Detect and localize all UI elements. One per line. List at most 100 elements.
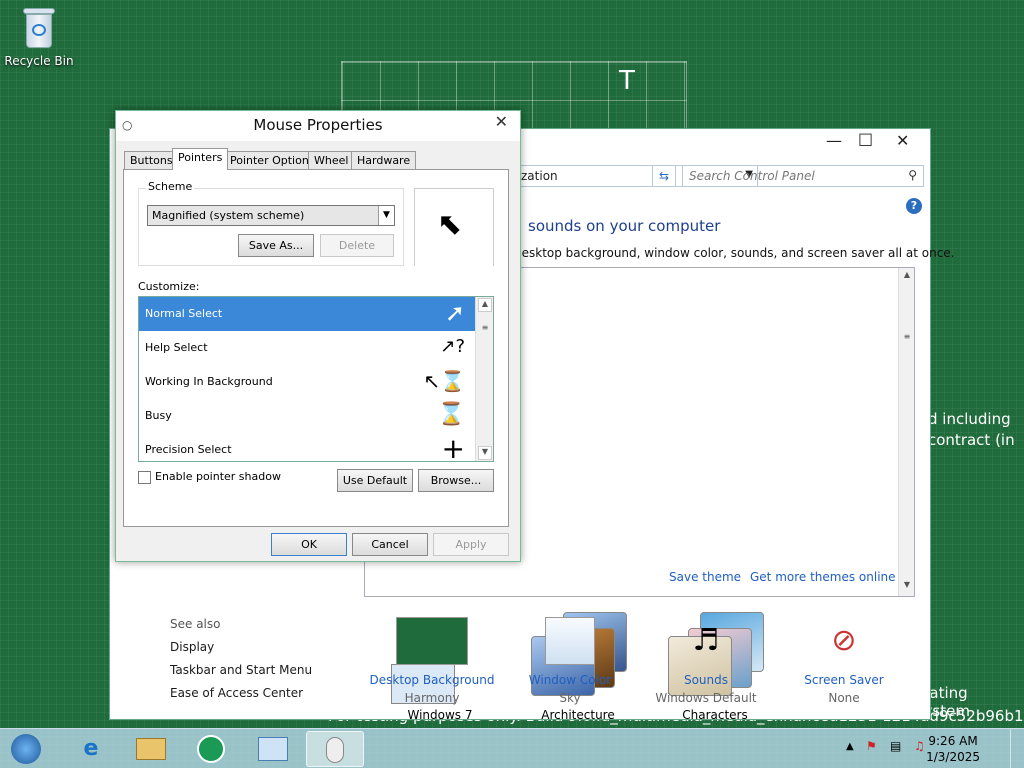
screen-saver-value: None <box>828 691 860 705</box>
screen-saver-icon: ⊘ <box>831 623 857 658</box>
scroll-up-icon[interactable]: ▲ <box>478 298 492 312</box>
theme-name: Architecture <box>541 708 615 722</box>
mouse-icon: ○ <box>122 118 133 132</box>
scroll-down-icon[interactable]: ▼ <box>901 580 913 594</box>
pointer-row-working-in-background[interactable]: Working In Background ↖⌛ <box>139 365 477 399</box>
windows-logo-icon <box>11 734 41 764</box>
enable-pointer-shadow-label: Enable pointer shadow <box>155 470 281 483</box>
pointer-row-normal-select[interactable]: Normal Select ➚ <box>139 297 477 331</box>
desktop-background-label: Desktop Background <box>369 673 495 687</box>
show-hidden-icons-icon[interactable]: ▲ <box>846 741 854 752</box>
search-placeholder: Search Control Panel <box>689 169 815 183</box>
recycle-bin-icon <box>22 6 56 50</box>
pointer-row-busy[interactable]: Busy ⌛ <box>139 399 477 433</box>
file-explorer-icon[interactable] <box>122 731 180 767</box>
pointer-list[interactable]: Normal Select ➚ Help Select ↗? Working I… <box>138 296 494 463</box>
browse-button[interactable]: Browse... <box>418 469 494 492</box>
sounds-value: Windows Default <box>655 691 757 705</box>
scroll-down-icon[interactable]: ▼ <box>478 446 492 460</box>
scroll-thumb-icon[interactable]: ≡ <box>901 332 913 346</box>
themes-scrollbar[interactable]: ▲ ≡ ▼ <box>898 268 914 596</box>
get-more-themes-link[interactable]: Get more themes online <box>750 570 896 584</box>
tab-wheel[interactable]: Wheel <box>308 151 355 169</box>
arrow-cursor-icon: ⬉ <box>437 207 463 242</box>
save-as-button[interactable]: Save As... <box>238 234 314 257</box>
normal-select-cursor-icon: ➚ <box>444 299 465 327</box>
see-also-ease-of-access[interactable]: Ease of Access Center <box>170 686 303 700</box>
minimize-icon[interactable]: — <box>826 131 842 150</box>
tab-buttons[interactable]: Buttons <box>124 151 179 169</box>
tab-pointer-options[interactable]: Pointer Options <box>224 151 321 169</box>
scroll-up-icon[interactable]: ▲ <box>901 270 913 284</box>
see-also-taskbar[interactable]: Taskbar and Start Menu <box>170 663 312 677</box>
screen-saver-item[interactable]: ⊘ Screen Saver None <box>774 617 914 705</box>
grid-letter: T <box>619 66 635 96</box>
theme-name: Windows 7 <box>407 708 473 722</box>
hourglass-icon: ⌛ <box>437 402 465 427</box>
desktop-background-item[interactable]: Desktop Background Harmony <box>362 617 502 705</box>
volume-icon[interactable]: ♫ <box>914 739 925 753</box>
ok-button[interactable]: OK <box>271 533 347 556</box>
sounds-label: Sounds <box>683 673 729 687</box>
pointer-list-scrollbar[interactable]: ▲ ≡ ▼ <box>475 297 493 461</box>
tab-pointers[interactable]: Pointers <box>172 148 229 170</box>
see-also-display[interactable]: Display <box>170 640 214 654</box>
search-icon[interactable]: ⚲ <box>908 168 917 182</box>
media-app-icon[interactable] <box>182 731 240 767</box>
screen-saver-label: Screen Saver <box>804 673 884 687</box>
clock-time: 9:26 AM <box>928 734 978 748</box>
close-icon[interactable]: ✕ <box>896 131 909 150</box>
recycle-bin-label: Recycle Bin <box>4 54 74 68</box>
scheme-label: Scheme <box>146 180 195 193</box>
internet-explorer-icon[interactable]: e <box>62 731 120 767</box>
apply-button[interactable]: Apply <box>433 533 509 556</box>
checkbox-box[interactable] <box>138 470 151 484</box>
window-color-label: Window Color <box>528 673 612 687</box>
mouse-properties-taskbar-icon[interactable] <box>306 731 364 767</box>
use-default-button[interactable]: Use Default <box>337 469 413 492</box>
refresh-icon[interactable]: ⇆ <box>652 165 676 187</box>
scheme-value: Magnified (system scheme) <box>152 209 305 222</box>
dialog-close-icon[interactable]: ✕ <box>495 112 508 131</box>
theme-name: Characters <box>682 708 748 722</box>
mouse-properties-dialog: Mouse Properties ○ ✕ Buttons Pointers Po… <box>115 110 521 562</box>
pointer-row-precision-select[interactable]: Precision Select + <box>139 433 477 467</box>
delete-button[interactable]: Delete <box>320 234 394 257</box>
show-desktop-button[interactable] <box>1010 729 1024 768</box>
help-icon[interactable]: ? <box>906 198 922 214</box>
maximize-icon[interactable]: □ <box>858 129 873 148</box>
network-icon[interactable]: ▤ <box>890 739 901 753</box>
save-theme-link[interactable]: Save theme <box>669 570 741 584</box>
action-center-icon[interactable]: ⚑ <box>866 739 877 753</box>
music-notes-icon: ♬ <box>692 623 720 658</box>
recycle-bin[interactable]: Recycle Bin <box>4 6 74 68</box>
tab-hardware[interactable]: Hardware <box>351 151 417 169</box>
scheme-select[interactable]: Magnified (system scheme) ▼ <box>147 205 395 226</box>
window-color-value: Sky <box>559 691 581 705</box>
dialog-title: Mouse Properties <box>116 111 520 141</box>
pointers-panel: Scheme Magnified (system scheme) ▼ Save … <box>123 169 509 527</box>
address-text: zation <box>521 169 558 183</box>
start-button[interactable] <box>2 731 50 767</box>
enable-pointer-shadow-checkbox[interactable]: Enable pointer shadow <box>138 470 281 484</box>
page-title: sounds on your computer <box>528 217 721 235</box>
watermark-line-2: contract (in <box>928 431 1015 449</box>
window-color-item[interactable]: Window Color Sky <box>500 617 640 705</box>
customize-label: Customize: <box>138 280 200 293</box>
cancel-button[interactable]: Cancel <box>352 533 428 556</box>
pointer-name: Precision Select <box>145 443 232 456</box>
control-panel-icon[interactable] <box>244 731 302 767</box>
watermark-line-1: d including <box>928 410 1011 428</box>
chevron-down-icon[interactable]: ▼ <box>378 206 394 225</box>
pointer-name: Normal Select <box>145 307 223 320</box>
help-select-cursor-icon: ↗? <box>440 336 465 357</box>
page-subtitle: desktop background, window color, sounds… <box>514 246 955 260</box>
crosshair-icon: + <box>441 432 465 465</box>
sounds-item[interactable]: ♬ Sounds Windows Default <box>636 617 776 705</box>
clock[interactable]: 9:26 AM 1/3/2025 <box>926 733 980 765</box>
working-in-background-cursor-icon: ↖⌛ <box>423 369 465 393</box>
scroll-thumb-icon[interactable]: ≡ <box>478 323 492 337</box>
pointer-row-help-select[interactable]: Help Select ↗? <box>139 331 477 365</box>
search-input[interactable]: Search Control Panel ⚲ <box>682 165 924 187</box>
desktop-background-icon <box>396 617 468 665</box>
